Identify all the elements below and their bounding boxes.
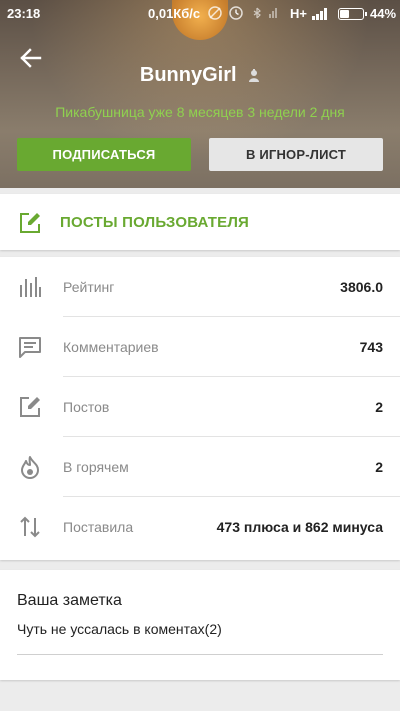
member-duration: Пикабушница уже 8 месяцев 3 недели 2 дня — [55, 104, 345, 120]
battery-icon — [338, 8, 367, 20]
battery-level — [340, 10, 350, 18]
notification-icons — [207, 5, 283, 24]
stat-value: 743 — [359, 339, 383, 355]
user-posts-link[interactable]: ПОСТЫ ПОЛЬЗОВАТЕЛЯ — [0, 194, 400, 250]
stat-value: 473 плюса и 862 минуса — [216, 519, 383, 535]
signal-icon — [312, 8, 327, 20]
stats-card: Рейтинг 3806.0 Комментариев 743 Постов 2… — [0, 257, 400, 560]
status-icons — [208, 6, 277, 20]
up-down-arrows-icon — [20, 516, 40, 538]
stat-row-rating: Рейтинг 3806.0 — [0, 257, 400, 317]
stat-label: В горячем — [63, 459, 129, 475]
stat-value: 3806.0 — [340, 279, 383, 295]
ignore-list-button[interactable]: В ИГНОР-ЛИСТ — [209, 138, 383, 171]
note-underline — [17, 654, 383, 655]
status-speed: 0,01Кб/с — [148, 6, 201, 21]
comment-icon — [19, 337, 41, 358]
female-user-icon — [249, 68, 260, 82]
stat-label: Постов — [63, 399, 110, 415]
rating-bars-icon — [20, 277, 41, 297]
user-posts-label: ПОСТЫ ПОЛЬЗОВАТЕЛЯ — [60, 214, 250, 231]
note-card: Ваша заметка Чуть не уссалась в коментах… — [0, 570, 400, 680]
stat-row-votes: Поставила 473 плюса и 862 минуса — [0, 497, 400, 557]
username: BunnyGirl — [139, 64, 237, 86]
flame-icon — [21, 456, 39, 479]
posts-card: ПОСТЫ ПОЛЬЗОВАТЕЛЯ — [0, 194, 400, 250]
stat-row-posts: Постов 2 — [0, 377, 400, 437]
edit-icon — [20, 397, 40, 417]
note-text[interactable]: Чуть не уссалась в коментах(2) — [17, 621, 222, 637]
edit-icon — [20, 213, 40, 233]
username-row: BunnyGirl — [0, 64, 400, 87]
battery-percent: 44% — [370, 6, 397, 21]
status-bar: 23:18 0,01Кб/с H+ 44% — [0, 0, 400, 28]
stat-row-hot: В горячем 2 — [0, 437, 400, 497]
note-title: Ваша заметка — [17, 592, 122, 609]
stat-label: Рейтинг — [63, 279, 115, 295]
stat-label: Поставила — [63, 519, 134, 535]
network-type: H+ — [290, 6, 307, 21]
stat-value: 2 — [375, 459, 383, 475]
stat-label: Комментариев — [63, 339, 159, 355]
stat-row-comments: Комментариев 743 — [0, 317, 400, 377]
stat-value: 2 — [375, 399, 383, 415]
profile-header: 23:18 0,01Кб/с H+ 44% BunnyGirl Пикабушн… — [0, 0, 400, 188]
subscribe-button[interactable]: ПОДПИСАТЬСЯ — [17, 138, 191, 171]
status-time: 23:18 — [7, 6, 41, 21]
